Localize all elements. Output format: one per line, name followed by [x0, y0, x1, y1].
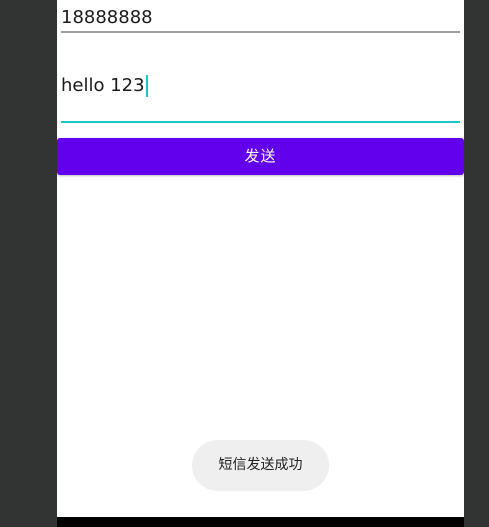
phone-number-value: 18888888	[61, 7, 153, 28]
toast-notification: 短信发送成功	[192, 440, 329, 491]
message-value: hello 123	[61, 75, 145, 96]
text-cursor	[145, 75, 148, 97]
system-nav-bar	[57, 517, 464, 527]
message-field[interactable]: hello 123	[61, 74, 460, 123]
emulator-frame-left	[0, 0, 57, 527]
emulator-frame-right	[464, 0, 489, 527]
message-value-wrapper: hello 123	[61, 75, 148, 97]
app-screen: 18888888 hello 123 发送 短信发送成功	[57, 0, 464, 517]
send-button[interactable]: 发送	[57, 138, 464, 175]
phone-number-field[interactable]: 18888888	[61, 7, 460, 33]
